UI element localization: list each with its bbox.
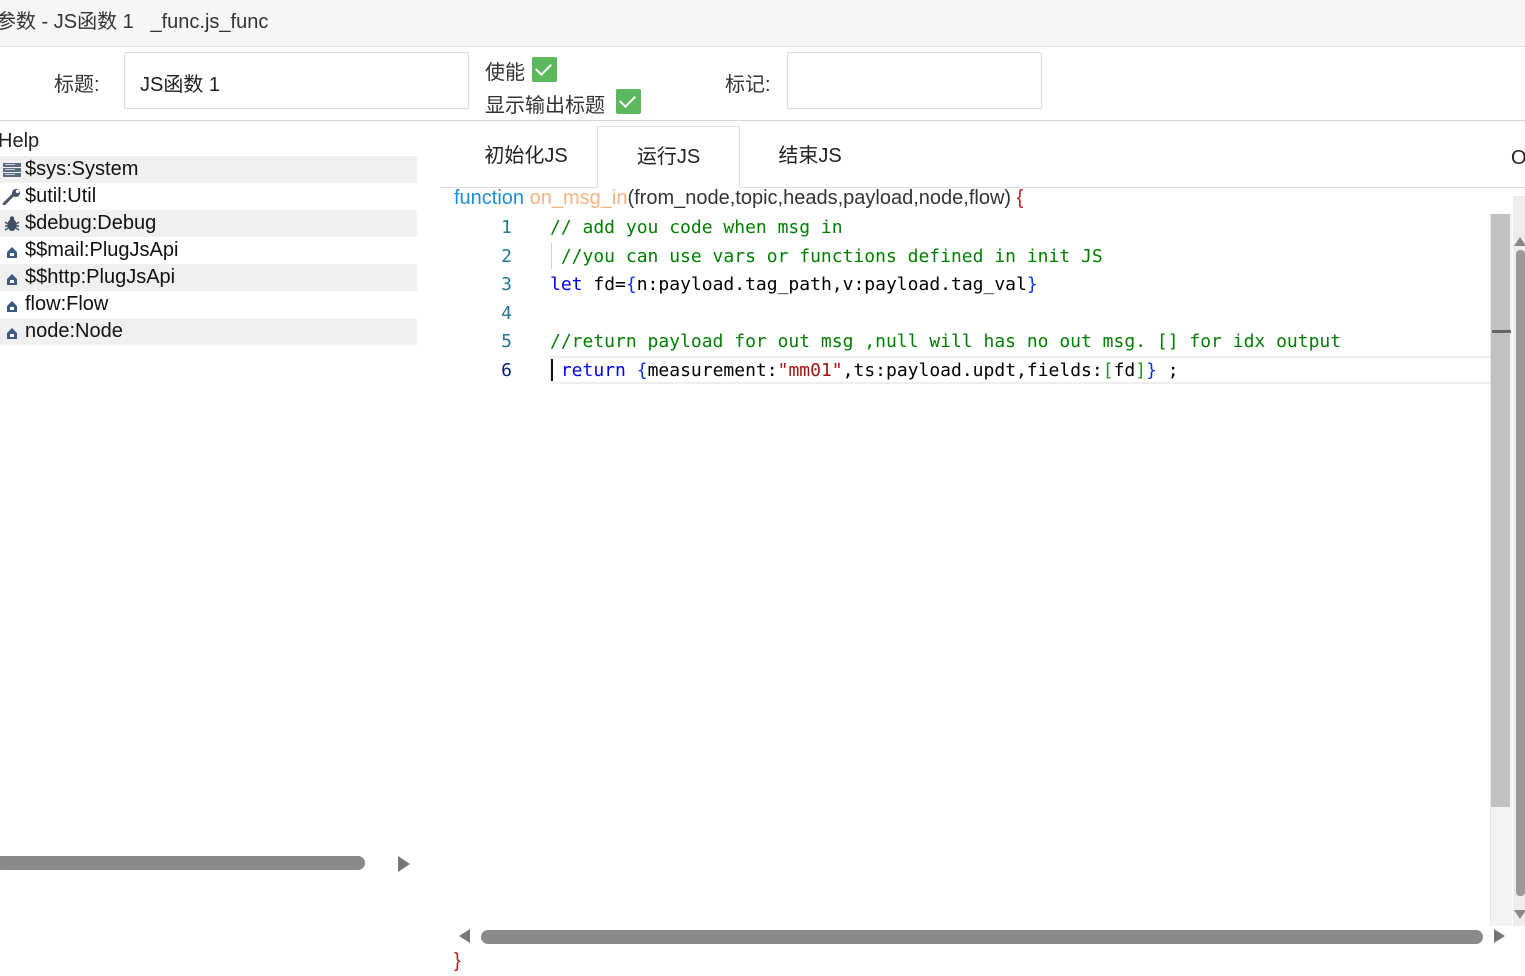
scrollbar-cursor-marker [1492, 330, 1511, 333]
tree-item-mail[interactable]: $$mail:PlugJsApi [0, 237, 417, 264]
help-tree: $sys:System $util:Util $debug:Debug $$ma… [0, 156, 417, 345]
function-keyword: function [454, 187, 525, 209]
tree-item-sys[interactable]: $sys:System [0, 156, 417, 183]
scroll-up-arrow-icon[interactable] [1514, 237, 1525, 246]
properties-form: 标题: JS函数 1 使能 显示输出标题 标记: [0, 47, 1525, 121]
tree-item-label: $sys:System [25, 158, 139, 180]
js-tabs: 初始化JS 运行JS 结束JS O [440, 126, 1525, 188]
tree-item-label: $util:Util [25, 185, 97, 207]
help-title: Help [0, 130, 40, 152]
tree-item-label: node:Node [25, 320, 123, 342]
code-line-6: return {measurement:"mm01",ts:payload.up… [560, 360, 1179, 381]
tree-item-debug[interactable]: $debug:Debug [0, 210, 417, 237]
open-brace: { [1016, 187, 1024, 209]
plugin-icon [7, 301, 17, 312]
close-brace: } [454, 950, 461, 972]
code-line-1: // add you code when msg in [550, 217, 843, 238]
code-line-2: //you can use vars or functions defined … [550, 246, 1103, 267]
plugin-icon [7, 274, 17, 285]
tree-item-label: $debug:Debug [25, 212, 157, 234]
line-number: 5 [501, 331, 512, 352]
tree-item-http[interactable]: $$http:PlugJsApi [0, 264, 417, 291]
code-line-3: let fd={n:payload.tag_path,v:payload.tag… [550, 274, 1038, 295]
plugin-icon [7, 247, 17, 258]
tab-overflow[interactable]: O [1511, 126, 1525, 186]
line-number: 2 [501, 246, 512, 267]
tree-item-label: $$mail:PlugJsApi [25, 239, 179, 261]
editor-scrollbar-thumb[interactable] [1491, 214, 1510, 807]
mark-label: 标记: [725, 74, 771, 96]
line-number: 6 [501, 360, 512, 381]
function-name: on_msg_in [529, 187, 628, 209]
tree-item-label: $$http:PlugJsApi [25, 266, 176, 288]
scroll-down-arrow-icon[interactable] [1514, 910, 1525, 919]
line-number: 4 [501, 303, 512, 324]
title-label: 标题: [54, 74, 100, 96]
enable-checkbox[interactable] [532, 57, 557, 82]
scroll-left-arrow-icon[interactable] [459, 929, 470, 943]
tab-init-js[interactable]: 初始化JS [461, 126, 591, 186]
server-icon [3, 163, 21, 177]
page-scrollbar-thumb[interactable] [1516, 250, 1525, 896]
code-editor[interactable]: 1 2 3 4 5 6 // add you code when msg in … [454, 214, 1510, 926]
scroll-right-arrow-icon[interactable] [398, 856, 410, 872]
code-line-5: //return payload for out msg ,null will … [550, 331, 1342, 352]
show-output-title-checkbox[interactable] [616, 89, 641, 114]
tab-run-js[interactable]: 运行JS [597, 126, 740, 188]
js-function-dialog: 参数 - JS函数 1 _func.js_func 标题: JS函数 1 使能 … [0, 0, 1525, 976]
tree-item-node[interactable]: node:Node [0, 318, 417, 345]
show-output-title-label: 显示输出标题 [485, 95, 605, 117]
editor-horizontal-scrollbar-thumb[interactable] [481, 930, 1483, 944]
window-title: 参数 - JS函数 1 _func.js_func [0, 11, 269, 33]
title-bar: 参数 - JS函数 1 _func.js_func [0, 0, 1525, 47]
mark-input[interactable] [787, 52, 1042, 109]
tree-item-util[interactable]: $util:Util [0, 183, 417, 210]
bug-icon [4, 216, 20, 231]
line-number: 1 [501, 217, 512, 238]
enable-label: 使能 [485, 62, 525, 84]
plugin-icon [7, 328, 17, 339]
wrench-icon [2, 189, 20, 205]
tree-item-label: flow:Flow [25, 293, 109, 315]
tab-end-js[interactable]: 结束JS [745, 126, 875, 186]
help-scrollbar-thumb[interactable] [0, 856, 365, 870]
function-signature: function on_msg_in(from_node,topic,heads… [454, 187, 1023, 210]
tree-item-flow[interactable]: flow:Flow [0, 291, 417, 318]
line-number: 3 [501, 274, 512, 295]
title-input[interactable]: JS函数 1 [124, 52, 469, 109]
scroll-right-arrow-icon[interactable] [1494, 929, 1505, 943]
function-args: (from_node,topic,heads,payload,node,flow… [627, 187, 1012, 209]
